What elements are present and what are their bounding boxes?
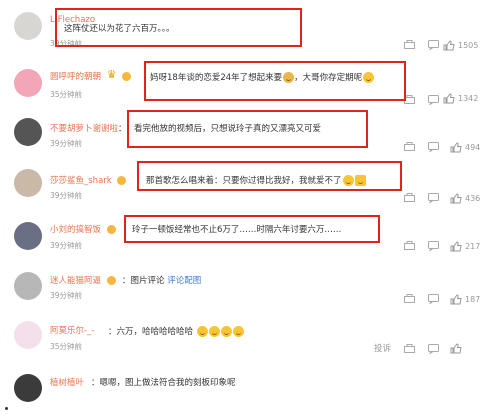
username[interactable]: 植树植叶 bbox=[50, 376, 84, 388]
laugh-emoji-icon bbox=[232, 326, 244, 337]
like-button[interactable]: 494 bbox=[450, 142, 480, 153]
share-icon[interactable] bbox=[404, 344, 415, 353]
comment-text: ：六万，哈哈哈哈哈哈 bbox=[108, 325, 244, 337]
comment-icon[interactable] bbox=[428, 294, 439, 304]
comment-icon[interactable] bbox=[428, 241, 439, 251]
thumb-up-icon bbox=[450, 343, 462, 354]
comment-icon[interactable] bbox=[428, 95, 439, 105]
comment-item: 植树植叶 ：嗯嗯，图上做法符合我的刻板印象呢 bbox=[0, 368, 499, 417]
thumb-up-icon bbox=[450, 241, 462, 252]
thumb-up-icon bbox=[443, 40, 455, 51]
highlight-box bbox=[127, 110, 368, 148]
comment-text: ：嗯嗯，图上做法符合我的刻板印象呢 bbox=[91, 378, 236, 388]
like-button[interactable]: 436 bbox=[450, 193, 480, 204]
thumb-up-icon bbox=[450, 142, 462, 153]
thumb-up-icon bbox=[450, 193, 462, 204]
verified-icon bbox=[121, 71, 131, 81]
avatar[interactable] bbox=[14, 118, 42, 146]
username[interactable]: 迷人能猫阿逼 bbox=[50, 274, 118, 286]
timestamp: 39分钟前 bbox=[50, 291, 83, 300]
like-count: 187 bbox=[465, 295, 481, 304]
like-button[interactable] bbox=[450, 343, 462, 354]
timestamp: 39分钟前 bbox=[50, 139, 83, 148]
avatar[interactable] bbox=[14, 222, 42, 250]
verified-icon bbox=[117, 175, 127, 185]
crown-icon bbox=[107, 68, 120, 81]
comment-item: 阿莫乐尔-_- ：六万，哈哈哈哈哈哈 35分钟前 投诉 bbox=[0, 316, 499, 366]
username[interactable]: 不要胡萝卜谢谢啦： bbox=[50, 122, 127, 134]
like-count: 1505 bbox=[458, 41, 479, 50]
verified-icon bbox=[106, 275, 116, 285]
comment-text: ：图片评论 评论配图 bbox=[122, 276, 202, 286]
avatar[interactable] bbox=[14, 12, 42, 40]
like-count: 494 bbox=[465, 143, 481, 152]
comment-icon[interactable] bbox=[428, 193, 439, 203]
avatar[interactable] bbox=[14, 374, 42, 402]
user-badges bbox=[106, 224, 118, 235]
highlight-box bbox=[144, 61, 406, 101]
highlight-box bbox=[124, 215, 380, 243]
share-icon[interactable] bbox=[404, 40, 415, 49]
thumb-up-icon bbox=[443, 93, 455, 104]
user-badges bbox=[117, 175, 128, 186]
like-button[interactable]: 1505 bbox=[443, 40, 478, 51]
timestamp: 35分钟前 bbox=[50, 342, 83, 351]
share-icon[interactable] bbox=[404, 241, 415, 250]
avatar[interactable] bbox=[14, 69, 42, 97]
comment-icon[interactable] bbox=[428, 142, 439, 152]
like-count: 217 bbox=[465, 242, 481, 251]
timestamp: 39分钟前 bbox=[50, 191, 83, 200]
highlight-box bbox=[137, 161, 402, 191]
username[interactable]: 圆呼呼的朝朝 bbox=[50, 68, 133, 82]
verified-icon bbox=[106, 224, 116, 234]
highlight-box bbox=[55, 8, 302, 47]
comment-icon[interactable] bbox=[428, 344, 439, 354]
thumb-up-icon bbox=[450, 294, 462, 305]
user-badges bbox=[107, 68, 133, 82]
laugh-emoji-icon bbox=[208, 326, 220, 337]
timestamp: 39分钟前 bbox=[50, 241, 83, 250]
avatar[interactable] bbox=[14, 272, 42, 300]
username[interactable]: 阿莫乐尔-_- bbox=[50, 324, 94, 336]
like-button[interactable]: 1342 bbox=[443, 93, 478, 104]
avatar[interactable] bbox=[14, 169, 42, 197]
report-link[interactable]: 投诉 bbox=[374, 342, 391, 354]
share-icon[interactable] bbox=[404, 294, 415, 303]
user-badges bbox=[106, 275, 118, 286]
username[interactable]: 莎莎鲨鱼_shark bbox=[50, 174, 128, 186]
username[interactable]: 小刘的搞智饭 bbox=[50, 223, 118, 235]
image-comment-link[interactable]: 评论配图 bbox=[167, 276, 201, 286]
bullet-dot bbox=[5, 407, 8, 410]
like-count: 1342 bbox=[458, 94, 479, 103]
like-count: 436 bbox=[465, 194, 481, 203]
avatar[interactable] bbox=[14, 321, 42, 349]
comment-item: 迷人能猫阿逼 ：图片评论 评论配图 39分钟前 187 bbox=[0, 264, 499, 314]
weibo-comment-list: { "comments": [ {"user":"L-Flechazo","te… bbox=[0, 0, 499, 417]
comment-icon[interactable] bbox=[428, 40, 439, 50]
share-icon[interactable] bbox=[404, 142, 415, 151]
like-button[interactable]: 217 bbox=[450, 241, 480, 252]
share-icon[interactable] bbox=[404, 193, 415, 202]
laugh-emoji-icon bbox=[220, 326, 232, 337]
timestamp: 35分钟前 bbox=[50, 90, 83, 99]
laugh-emoji-icon bbox=[196, 326, 208, 337]
like-button[interactable]: 187 bbox=[450, 294, 480, 305]
